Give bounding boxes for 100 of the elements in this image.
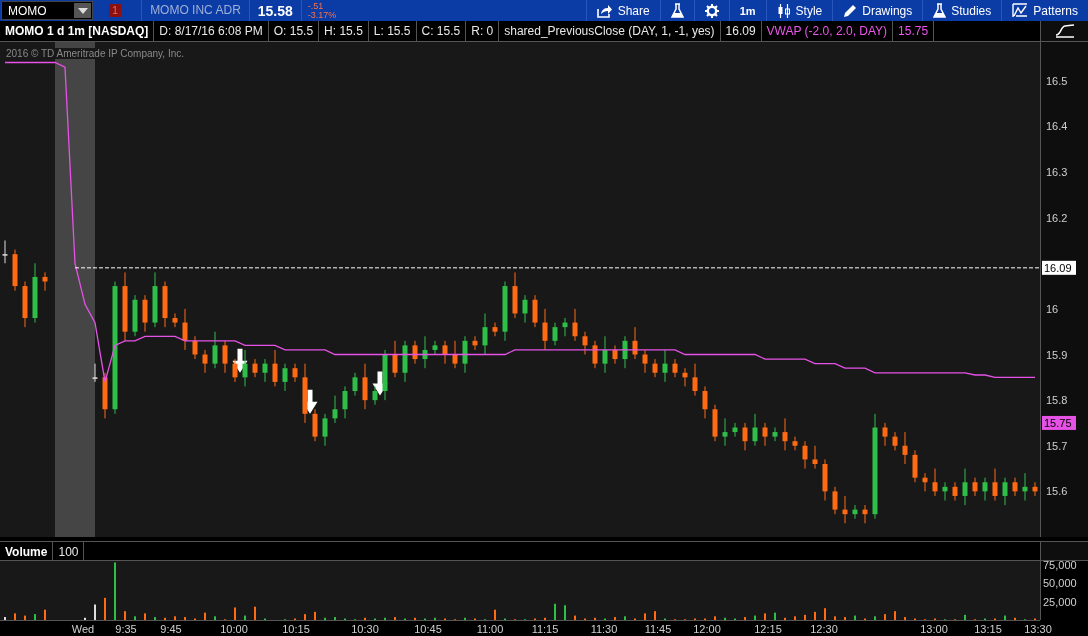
candle: [762, 422, 768, 447]
candle: [862, 504, 868, 524]
dropdown-icon[interactable]: [74, 3, 91, 18]
last-price: 15.58: [256, 2, 294, 19]
candle: [892, 431, 898, 451]
axis-label: 16.3: [1046, 166, 1068, 178]
time-label: 10:45: [414, 623, 442, 635]
candle: [22, 281, 28, 328]
candle: [192, 335, 198, 360]
candle: [332, 395, 338, 424]
symbol-field[interactable]: MOMO: [1, 1, 93, 20]
pencil-icon: [843, 3, 858, 18]
candle: [882, 422, 888, 447]
candle: [792, 436, 798, 451]
candle: [262, 358, 268, 383]
settings-icon: [704, 3, 719, 18]
axis-label: 15.6: [1046, 485, 1068, 498]
candle: [432, 340, 438, 355]
candle: [212, 331, 218, 369]
axis-label: 16.4: [1046, 120, 1068, 133]
candle: [452, 340, 458, 369]
time-label: 11:45: [644, 623, 672, 635]
candle: [522, 294, 528, 324]
candle: [542, 308, 548, 351]
candle: [252, 358, 258, 378]
candle: [802, 440, 808, 470]
candle: [932, 468, 938, 497]
curve-icon[interactable]: [1054, 24, 1075, 38]
candle: [42, 271, 48, 292]
axis-label: 75,000: [1043, 561, 1077, 571]
candle: [472, 335, 478, 351]
axis-label: 15.8: [1046, 394, 1068, 407]
time-label: 10:15: [282, 623, 310, 635]
candle: [162, 281, 168, 328]
percent-change: -3.17%: [307, 10, 337, 20]
candle: [962, 468, 968, 506]
legend-label: shared_PreviousClose (DAY, 1, -1, yes): [499, 21, 721, 41]
candle: [242, 349, 248, 387]
candle: [202, 349, 208, 374]
candle: [232, 358, 238, 383]
legend-label: O: 15.5: [268, 21, 320, 41]
candle: [482, 312, 488, 355]
legend-label: 16.09: [720, 21, 762, 41]
time-label: 12:30: [810, 623, 838, 635]
candle: [592, 340, 598, 369]
candle: [282, 363, 288, 392]
time-label: 13:30: [1024, 623, 1052, 635]
flask-icon: [670, 3, 684, 18]
candle: [132, 294, 138, 337]
candle: [442, 340, 448, 365]
candle: [1002, 477, 1008, 506]
axis-label: 15.9: [1046, 348, 1068, 361]
flask-icon: [933, 3, 947, 18]
candle: [172, 312, 178, 328]
candle: [1022, 472, 1028, 501]
candle: [972, 477, 978, 497]
axis-label: 25,000: [1043, 595, 1077, 608]
share-icon: [596, 3, 613, 18]
candle: [842, 495, 848, 524]
candle: [222, 340, 228, 374]
candle: [382, 349, 388, 401]
time-label: 12:00: [693, 623, 721, 635]
candle: [272, 349, 278, 387]
candle: [412, 340, 418, 365]
candle: [732, 422, 738, 438]
candle: [742, 422, 748, 451]
candle: [782, 417, 788, 451]
candle: [512, 271, 518, 319]
candle: [462, 335, 468, 374]
candle: [142, 294, 148, 333]
candle: [852, 504, 858, 520]
net-change: -.51: [307, 1, 325, 11]
candlestick-icon: [776, 3, 791, 18]
candle: [912, 449, 918, 483]
candle: [612, 344, 618, 365]
legend-label: H: 15.5: [319, 21, 369, 41]
legend-label: R: 0: [466, 21, 500, 41]
candle: [2, 239, 8, 264]
axis-label: 16.5: [1046, 74, 1068, 87]
candle: [702, 385, 708, 419]
candle: [822, 458, 828, 501]
candle: [422, 335, 428, 369]
legend-label: D: 8/17/16 6:08 PM: [154, 21, 269, 41]
candle: [572, 308, 578, 342]
time-label: Wed: [71, 623, 95, 635]
candle: [1032, 481, 1038, 497]
patterns-icon: [1012, 3, 1029, 18]
candle: [502, 281, 508, 342]
candle: [582, 331, 588, 355]
candle: [292, 363, 298, 383]
candle: [402, 340, 408, 383]
candle: [392, 340, 398, 378]
candle: [312, 408, 318, 442]
candle: [682, 367, 688, 387]
candle: [712, 404, 718, 442]
candle: [812, 445, 818, 470]
candle: [122, 271, 128, 342]
candle: [952, 481, 958, 501]
legend-label: L: 15.5: [368, 21, 417, 41]
axis-label: 50,000: [1043, 577, 1077, 590]
